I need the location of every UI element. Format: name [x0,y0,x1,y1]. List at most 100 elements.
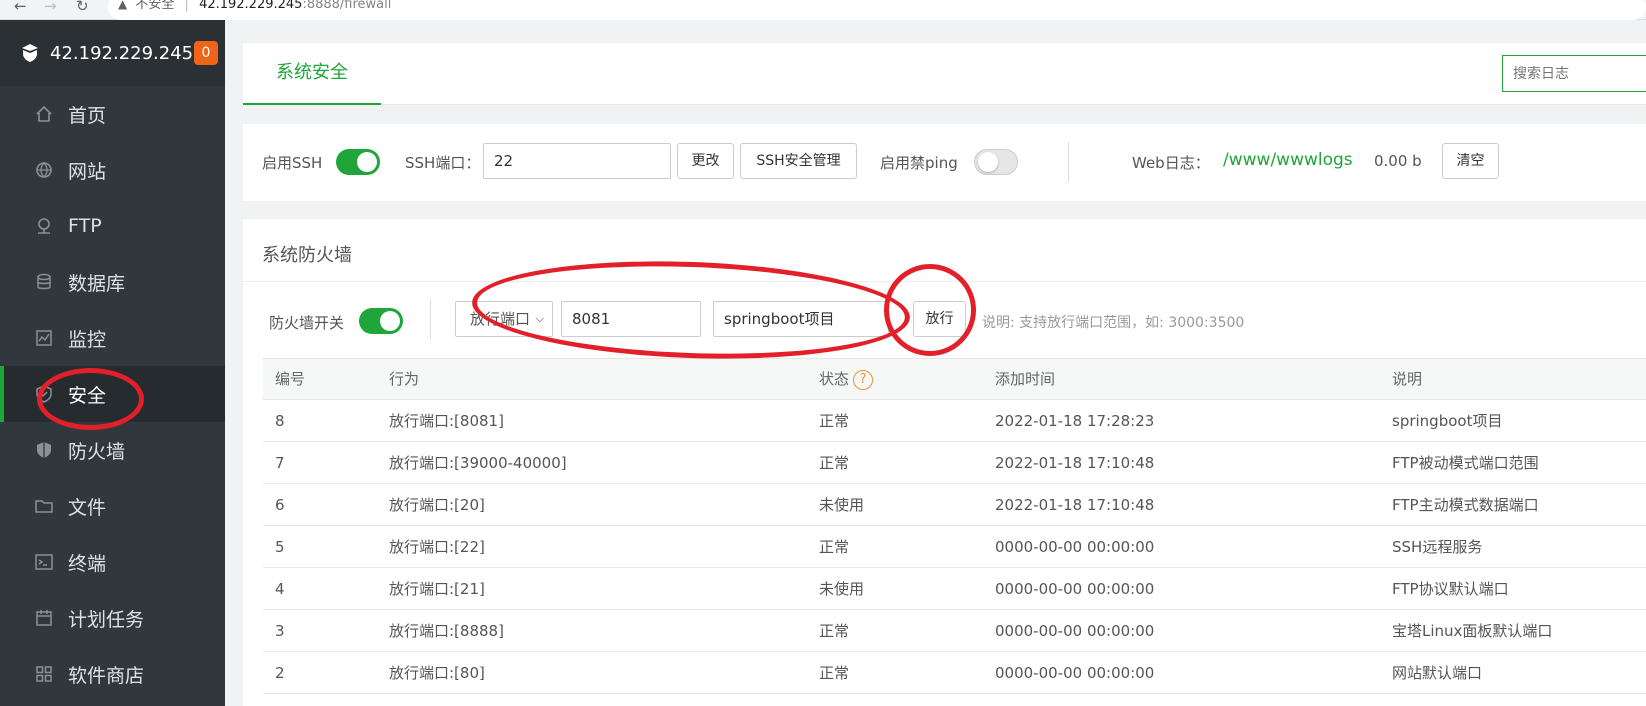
port-description-input[interactable]: springboot项目 [713,301,889,337]
cell-status: 正常 [819,538,850,556]
cell-status: 未使用 [819,496,865,514]
globe-icon [34,160,54,180]
sidebar-item-cron[interactable]: 计划任务 [0,590,225,646]
ssh-panel: 启用SSH SSH端口： 22 更改 SSH安全管理 启用禁ping Web日志… [243,124,1646,201]
monitor-icon [34,328,54,348]
address-separator: | [184,0,189,12]
firewall-icon [34,440,54,460]
cell-note: FTP协议默认端口 [1392,580,1509,598]
notification-badge[interactable]: 0 [194,41,218,65]
ping-label: 启用禁ping [880,154,958,172]
sidebar-item-label: 安全 [68,384,107,407]
col-header-time: 添加时间 [995,370,1056,388]
sidebar-item-website[interactable]: 网站 [0,142,225,198]
cell-time: 0000-00-00 00:00:00 [995,622,1155,640]
table-row: 4 放行端口:[21] 未使用 0000-00-00 00:00:00 FTP协议默认端… [263,568,1646,610]
cell-id: 4 [275,580,285,598]
cell-note: springboot项目 [1392,412,1503,430]
sidebar-item-label: 软件商店 [68,664,145,687]
sidebar-item-monitor[interactable]: 监控 [0,310,225,366]
cell-time: 0000-00-00 00:00:00 [995,664,1155,682]
weblog-path-link[interactable]: /www/wwwlogs [1223,150,1353,170]
cell-action: 放行端口:[8888] [389,622,504,640]
cell-action: 放行端口:[80] [389,664,485,682]
sidebar-item-label: 网站 [68,160,107,183]
tab-system-security[interactable]: 系统安全 [243,43,381,105]
sidebar-item-firewall[interactable]: 防火墙 [0,422,225,478]
folder-icon [34,496,54,516]
url-path: :8888/firewall [302,0,392,12]
divider [243,281,1646,282]
help-icon[interactable]: ? [853,369,874,390]
cell-note: SSH远程服务 [1392,538,1483,556]
table-row: 5 放行端口:[22] 正常 0000-00-00 00:00:00 SSH远程服务 [263,526,1646,568]
cell-time: 0000-00-00 00:00:00 [995,538,1155,556]
cell-note: 宝塔Linux面板默认端口 [1392,622,1553,640]
action-select[interactable]: 放行端口 ⌵ [455,301,553,337]
bt-logo-icon [22,44,38,62]
sidebar-item-label: 终端 [68,552,107,575]
col-header-id: 编号 [275,370,306,388]
cell-id: 3 [275,622,285,640]
cell-status: 正常 [819,412,850,430]
home-icon [34,104,54,124]
sidebar-item-label: 监控 [68,328,107,351]
server-ip: 42.192.229.245 [50,42,194,64]
ssh-toggle[interactable] [336,149,380,175]
allow-port-button[interactable]: 放行 [913,301,966,337]
ssh-port-label: SSH端口： [405,154,481,172]
sidebar-item-label: 文件 [68,496,107,519]
sidebar-item-security[interactable]: 安全 [0,366,225,422]
table-row: 3 放行端口:[8888] 正常 0000-00-00 00:00:00 宝塔Linux… [263,610,1646,652]
address-bar[interactable]: ▲ 不安全 | 42.192.229.245:8888/firewall [108,0,1646,20]
reload-icon[interactable]: ↻ [76,0,89,15]
change-port-button[interactable]: 更改 [677,143,734,179]
sidebar-item-terminal[interactable]: 终端 [0,534,225,590]
port-input[interactable]: 8081 [561,301,701,337]
cell-time: 2022-01-18 17:28:23 [995,412,1155,430]
browser-toolbar: ← → ↻ ▲ 不安全 | 42.192.229.245:8888/firewa… [0,0,1646,20]
url-host: 42.192.229.245 [199,0,303,12]
warning-icon: ▲ [118,0,128,11]
sidebar-item-database[interactable]: 数据库 [0,254,225,310]
cell-status: 正常 [819,622,850,640]
terminal-icon [34,552,54,572]
ssh-port-input[interactable]: 22 [483,143,671,179]
cell-time: 2022-01-18 17:10:48 [995,454,1155,472]
chevron-down-icon: ⌵ [535,312,544,325]
sidebar-item-label: 首页 [68,104,107,127]
security-status: 不安全 [135,0,175,12]
firewall-toggle[interactable] [359,308,403,334]
col-header-status: 状态? [819,359,874,399]
sidebar-item-label: 数据库 [68,272,126,295]
col-header-action: 行为 [389,370,420,388]
table-row: 7 放行端口:[39000-40000] 正常 2022-01-18 17:10:48… [263,442,1646,484]
ping-toggle[interactable] [974,149,1018,175]
col-header-note: 说明 [1392,370,1423,388]
sidebar-item-ftp[interactable]: FTP [0,198,225,254]
cell-note: 网站默认端口 [1392,664,1483,682]
cell-status: 正常 [819,454,850,472]
firewall-title: 系统防火墙 [262,245,352,266]
clear-log-button[interactable]: 清空 [1442,143,1499,179]
sidebar-item-files[interactable]: 文件 [0,478,225,534]
col-header-status-label: 状态 [819,370,850,388]
weblog-label: Web日志： [1132,154,1210,172]
sidebar-item-home[interactable]: 首页 [0,86,225,142]
shield-icon [34,384,54,404]
cell-status: 未使用 [819,580,865,598]
sidebar-item-store[interactable]: 软件商店 [0,646,225,702]
divider [1068,142,1069,182]
sidebar-item-label: 计划任务 [68,608,145,631]
firewall-switch-label: 防火墙开关 [269,314,345,332]
log-search-input[interactable] [1502,55,1646,92]
cell-note: FTP主动模式数据端口 [1392,496,1539,514]
grid-icon [34,664,54,684]
table-row: 2 放行端口:[80] 正常 0000-00-00 00:00:00 网站默认端口 [263,652,1646,694]
back-icon[interactable]: ← [14,0,27,15]
cell-id: 6 [275,496,285,514]
forward-icon[interactable]: → [44,0,57,15]
cell-id: 5 [275,538,285,556]
ssh-manage-button[interactable]: SSH安全管理 [740,143,857,179]
sidebar-item-label: 防火墙 [68,440,126,463]
